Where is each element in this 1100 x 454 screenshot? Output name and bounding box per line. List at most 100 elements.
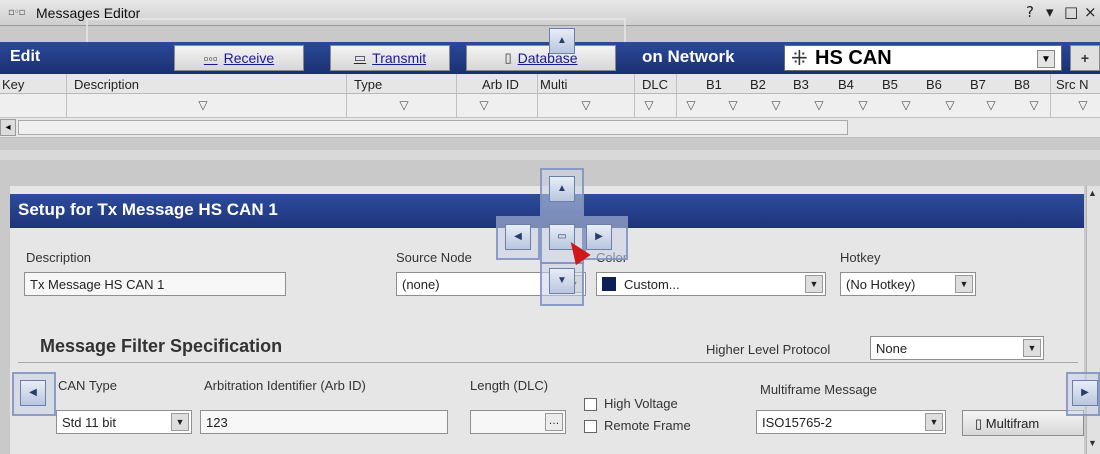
column-divider [676, 74, 677, 118]
description-label: Description [26, 250, 92, 265]
source-node-value: (none) [402, 277, 440, 292]
menu-dropdown-icon[interactable]: ▾ [1046, 3, 1054, 21]
receive-icon: ▫◦▫ [203, 50, 218, 66]
filter-icon[interactable]: ▽ [856, 98, 870, 112]
column-divider [537, 74, 538, 118]
help-icon[interactable]: ? [1026, 3, 1034, 21]
col-description[interactable]: Description [74, 77, 139, 92]
length-label: Length (DLC) [470, 378, 549, 393]
chevron-down-icon[interactable]: ▼ [955, 275, 973, 293]
can-type-label: CAN Type [58, 378, 118, 393]
setup-title: Setup for Tx Message HS CAN 1 [18, 200, 278, 219]
col-multi[interactable]: Multi [540, 77, 567, 92]
high-voltage-checkbox[interactable] [584, 398, 597, 411]
color-select[interactable]: Custom... ▼ [596, 272, 826, 296]
dock-far-right-icon[interactable]: ▶ [1072, 380, 1098, 406]
chevron-down-icon[interactable]: ▼ [1023, 339, 1041, 357]
chevron-down-icon[interactable]: ▼ [925, 413, 943, 431]
filter-icon[interactable]: ▽ [899, 98, 913, 112]
multiframe-value: ISO15765-2 [762, 415, 833, 430]
scroll-left-icon[interactable]: ◂ [0, 119, 16, 136]
app-icon: ▫◦▫ [8, 7, 25, 18]
hlp-value: None [876, 341, 908, 356]
col-src-node[interactable]: Src N [1056, 77, 1089, 92]
hotkey-value: (No Hotkey) [846, 277, 916, 292]
col-b4[interactable]: B4 [838, 77, 854, 92]
col-key[interactable]: Key [2, 77, 24, 92]
ellipsis-button[interactable]: … [545, 413, 563, 431]
filter-icon[interactable]: ▽ [943, 98, 957, 112]
chevron-down-icon[interactable]: ▼ [171, 413, 189, 431]
col-b3[interactable]: B3 [793, 77, 809, 92]
col-dlc[interactable]: DLC [642, 77, 668, 92]
can-type-select[interactable]: Std 11 bit ▼ [56, 410, 192, 434]
filter-icon[interactable]: ▽ [726, 98, 740, 112]
column-divider [1050, 74, 1051, 118]
chevron-down-icon[interactable]: ▼ [805, 275, 823, 293]
filter-icon[interactable]: ▽ [684, 98, 698, 112]
high-voltage-label: High Voltage [604, 396, 678, 411]
network-tree-icon: ⁜ [791, 46, 808, 70]
maximize-icon[interactable]: □ [1064, 3, 1078, 21]
scrollbar-thumb[interactable] [18, 120, 848, 135]
receive-button[interactable]: ▫◦▫ Receive [174, 45, 304, 71]
column-divider [66, 74, 67, 118]
splitter-bar[interactable] [0, 150, 1100, 160]
col-type[interactable]: Type [354, 77, 382, 92]
length-input[interactable]: … [470, 410, 566, 434]
add-button[interactable]: + [1070, 45, 1100, 71]
network-select[interactable]: ⁜ HS CAN ▼ [784, 45, 1062, 71]
horizontal-scrollbar[interactable]: ◂ [0, 118, 1100, 138]
transmit-button[interactable]: ▭ Transmit [330, 45, 450, 71]
col-b5[interactable]: B5 [882, 77, 898, 92]
col-b8[interactable]: B8 [1014, 77, 1030, 92]
filter-icon[interactable]: ▽ [579, 98, 593, 112]
chevron-down-icon[interactable]: ▼ [1037, 50, 1055, 68]
filter-icon[interactable]: ▽ [769, 98, 783, 112]
filter-icon[interactable]: ▽ [812, 98, 826, 112]
scroll-down-icon[interactable]: ▼ [1088, 438, 1097, 448]
color-swatch [602, 277, 616, 291]
receive-label: Receive [223, 50, 275, 66]
filter-icon[interactable]: ▽ [477, 98, 491, 112]
grid-header: Key Description Type Arb ID Multi DLC B1… [0, 74, 1100, 94]
dock-right-icon[interactable]: ▶ [586, 224, 612, 250]
monitor-icon: ▭ [353, 50, 367, 65]
col-b2[interactable]: B2 [750, 77, 766, 92]
column-divider [346, 74, 347, 118]
filter-icon[interactable]: ▽ [196, 98, 210, 112]
multiframe-button-label: Multifram [985, 416, 1040, 431]
filter-icon[interactable]: ▽ [1076, 98, 1090, 112]
filter-icon[interactable]: ▽ [642, 98, 656, 112]
hotkey-select[interactable]: (No Hotkey) ▼ [840, 272, 976, 296]
column-divider [456, 74, 457, 118]
dock-bottom-icon[interactable]: ▼ [549, 268, 575, 294]
col-b1[interactable]: B1 [706, 77, 722, 92]
remote-frame-checkbox[interactable] [584, 420, 597, 433]
database-button[interactable]: ▯ Database [466, 45, 616, 71]
filter-icon[interactable]: ▽ [397, 98, 411, 112]
scroll-up-icon[interactable]: ▲ [1088, 188, 1097, 198]
dock-top-icon[interactable]: ▲ [549, 28, 575, 54]
hlp-select[interactable]: None ▼ [870, 336, 1044, 360]
arb-id-input[interactable]: 123 [200, 410, 448, 434]
col-b7[interactable]: B7 [970, 77, 986, 92]
filter-icon[interactable]: ▽ [984, 98, 998, 112]
dock-top-icon[interactable]: ▲ [549, 176, 575, 202]
multiframe-select[interactable]: ISO15765-2 ▼ [756, 410, 946, 434]
database-icon: ▯ [504, 50, 512, 65]
description-input[interactable]: Tx Message HS CAN 1 [24, 272, 286, 296]
filter-icon[interactable]: ▽ [1027, 98, 1041, 112]
network-value: HS CAN [815, 47, 892, 69]
close-icon[interactable]: × [1084, 3, 1097, 21]
source-node-label: Source Node [396, 250, 472, 265]
dock-far-left-icon[interactable]: ◀ [20, 380, 46, 406]
edit-label: Edit [10, 48, 41, 65]
section-divider [18, 362, 1078, 363]
col-arb-id[interactable]: Arb ID [482, 77, 519, 92]
grid-filter-row: ▽ ▽ ▽ ▽ ▽ ▽ ▽ ▽ ▽ ▽ ▽ ▽ ▽ ▽ ▽ [0, 94, 1100, 118]
col-b6[interactable]: B6 [926, 77, 942, 92]
multiframe-label: Multiframe Message [760, 382, 878, 397]
dock-left-icon[interactable]: ◀ [505, 224, 531, 250]
filter-spec-title: Message Filter Specification [40, 336, 283, 356]
